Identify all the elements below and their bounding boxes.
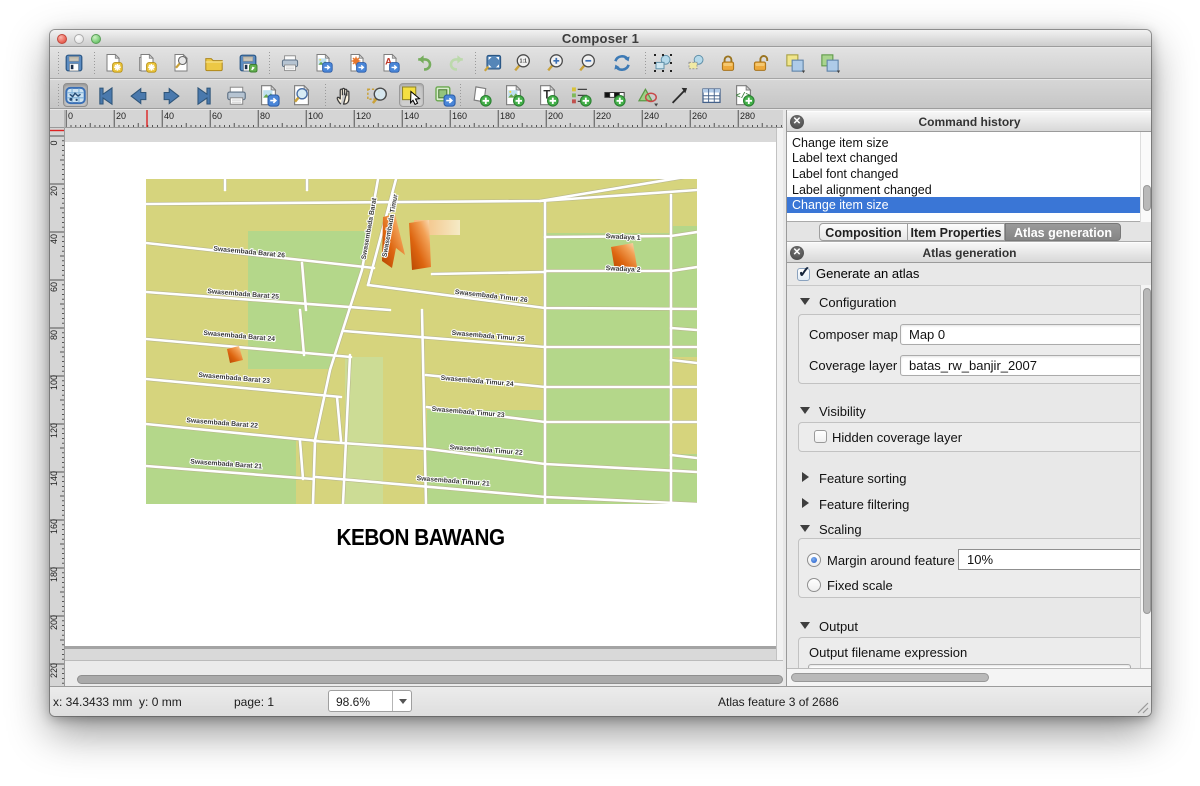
svg-text:1:1: 1:1 — [520, 59, 527, 65]
